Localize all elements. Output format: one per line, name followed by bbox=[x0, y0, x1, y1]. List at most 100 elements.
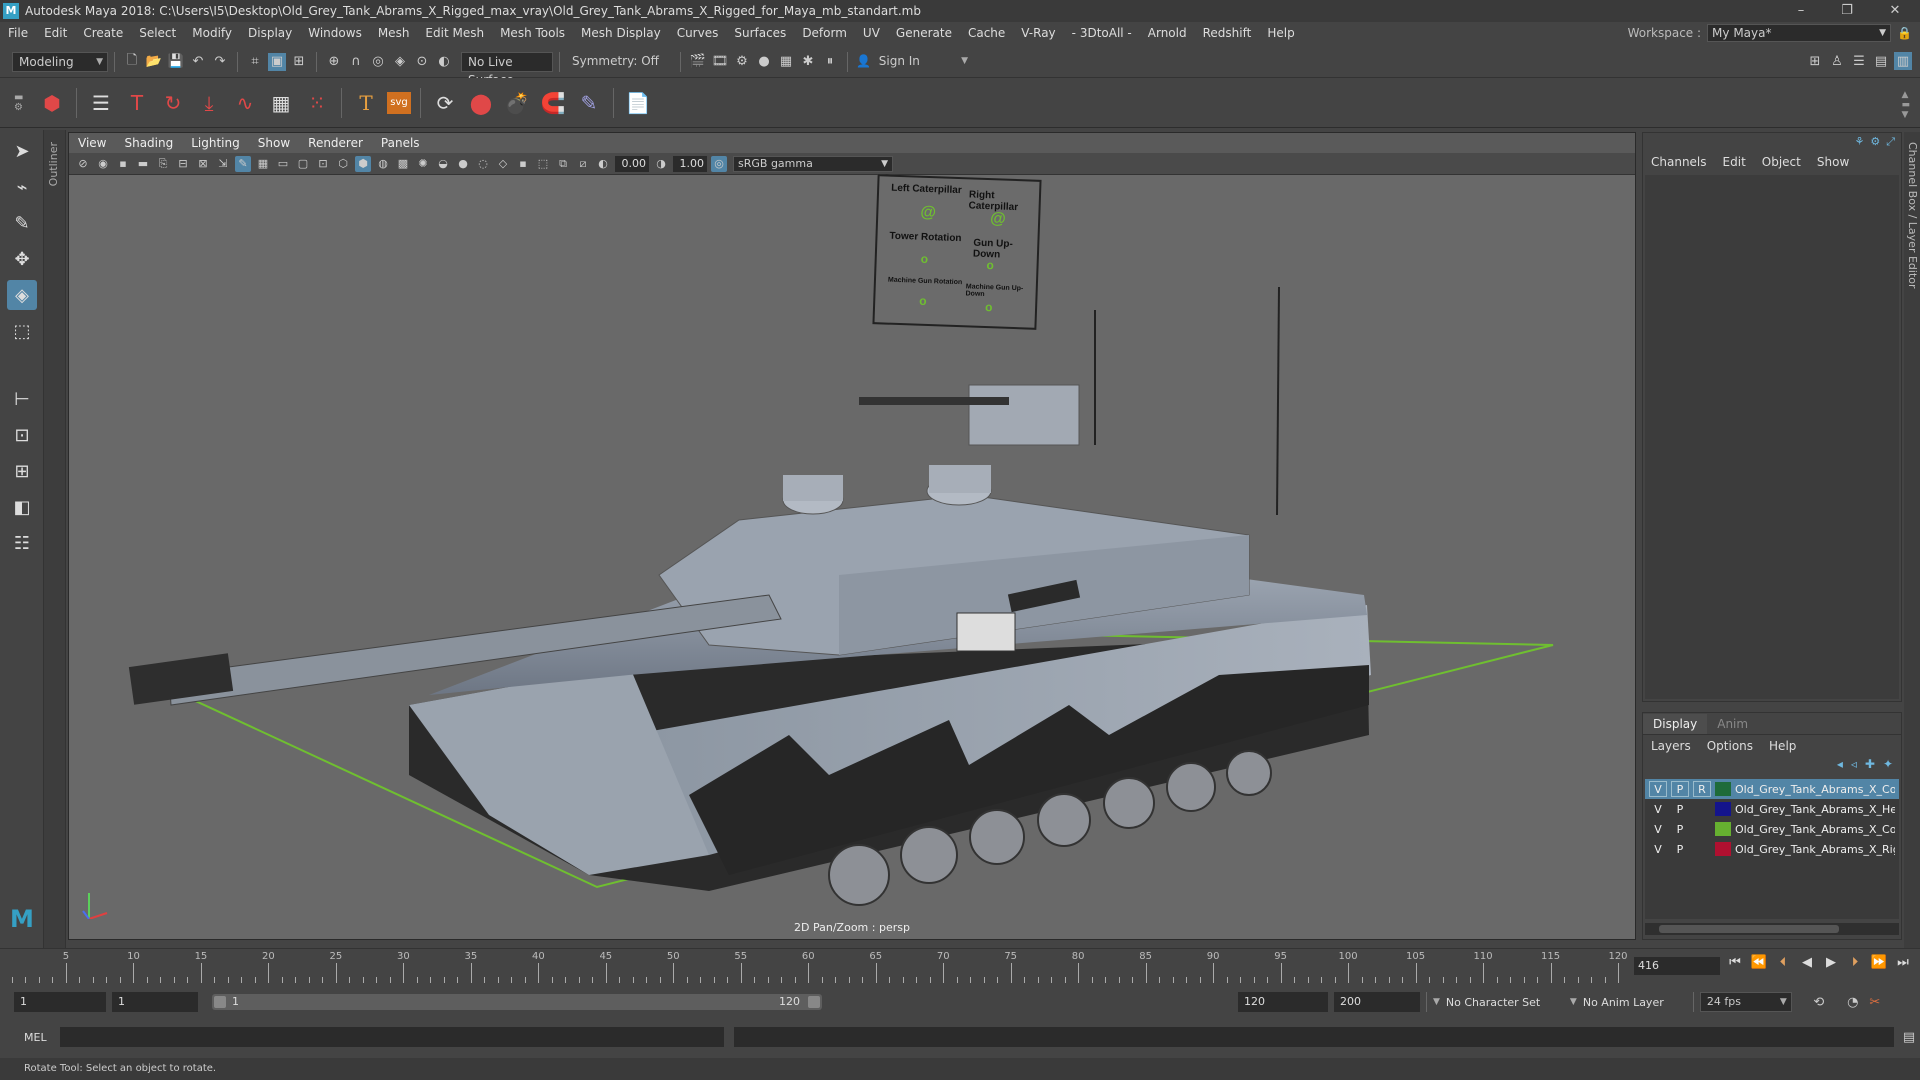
xray-joints-icon[interactable]: ⧄ bbox=[575, 156, 591, 172]
isolate-select-icon[interactable]: ⬚ bbox=[535, 156, 551, 172]
tab-anim[interactable]: Anim bbox=[1707, 714, 1758, 734]
menu-windows[interactable]: Windows bbox=[300, 26, 370, 40]
modeling-toolkit-icon[interactable]: ⊞ bbox=[1806, 52, 1824, 70]
resolution-gate-icon[interactable]: ⊠ bbox=[195, 156, 211, 172]
rotate-curve-icon[interactable]: ↻ bbox=[158, 88, 188, 118]
layer-color-swatch[interactable] bbox=[1715, 822, 1731, 836]
layer-display-type-toggle[interactable] bbox=[1693, 801, 1711, 817]
playback-start-field[interactable]: 1 bbox=[112, 992, 198, 1012]
menu-edit[interactable]: Edit bbox=[36, 26, 75, 40]
shelf-options-icon[interactable]: ▬ ⚙ bbox=[14, 92, 34, 113]
menu-generate[interactable]: Generate bbox=[888, 26, 960, 40]
magnet-icon[interactable]: 🧲 bbox=[538, 88, 568, 118]
render-current-frame-icon[interactable]: 🎬 bbox=[689, 53, 707, 71]
xray-icon[interactable]: ⧉ bbox=[555, 156, 571, 172]
default-material-icon[interactable]: ◍ bbox=[375, 156, 391, 172]
chevron-down-icon[interactable]: ▼ bbox=[1433, 997, 1440, 1007]
redo-icon[interactable]: ↷ bbox=[211, 53, 229, 71]
chevron-down-icon[interactable]: ▼ bbox=[1570, 997, 1577, 1007]
range-slider[interactable]: 1 120 bbox=[212, 994, 822, 1010]
textured-icon[interactable]: ▩ bbox=[395, 156, 411, 172]
snap-curve-icon[interactable]: ∩ bbox=[347, 53, 365, 71]
new-layer-icon[interactable]: ✚ bbox=[1865, 757, 1875, 771]
step-forward-key-icon[interactable]: ⏵ bbox=[1846, 955, 1864, 970]
lights-icon[interactable]: ✺ bbox=[415, 156, 431, 172]
layer-row[interactable]: V P Old_Grey_Tank_Abrams_X_Rigged bbox=[1645, 839, 1899, 859]
layer-color-swatch[interactable] bbox=[1715, 802, 1731, 816]
menu-help[interactable]: Help bbox=[1259, 26, 1302, 40]
gamma-field[interactable]: 1.00 bbox=[673, 155, 707, 172]
hypershade-icon[interactable]: ● bbox=[755, 53, 773, 71]
time-slider[interactable]: 5 10 15 20 25 30 35 40 45 50 55 60 65 70 75 80 85 90 95 100… bbox=[0, 948, 1920, 983]
snap-live-icon[interactable]: ⊙ bbox=[413, 53, 431, 71]
layer-playback-toggle[interactable]: P bbox=[1671, 801, 1689, 817]
close-button[interactable]: ✕ bbox=[1878, 0, 1912, 22]
channel-box-menu-channels[interactable]: Channels bbox=[1643, 155, 1715, 169]
tab-display[interactable]: Display bbox=[1643, 714, 1708, 734]
wireframe-icon[interactable]: ⬡ bbox=[335, 156, 351, 172]
maya-m-icon[interactable]: M bbox=[7, 904, 37, 934]
two-pane-layout-icon[interactable]: ◧ bbox=[7, 492, 37, 522]
range-end-handle[interactable] bbox=[808, 996, 820, 1008]
scale-tool-icon[interactable]: ⬚ bbox=[7, 316, 37, 346]
layer-visibility-toggle[interactable]: V bbox=[1649, 841, 1667, 857]
camera-icon[interactable]: ⎘ bbox=[155, 156, 171, 172]
menu-file[interactable]: File bbox=[0, 26, 36, 40]
menu-mesh-tools[interactable]: Mesh Tools bbox=[492, 26, 573, 40]
depth-of-field-icon[interactable]: ▪ bbox=[515, 156, 531, 172]
viewport-menu-renderer[interactable]: Renderer bbox=[299, 136, 372, 150]
text-tool-icon[interactable]: T bbox=[122, 88, 152, 118]
new-layer-selected-icon[interactable]: ✦ bbox=[1883, 757, 1893, 771]
menu-3dtoall[interactable]: - 3DtoAll - bbox=[1064, 26, 1140, 40]
command-input[interactable] bbox=[60, 1027, 724, 1047]
export-file-icon[interactable]: 📄 bbox=[623, 88, 653, 118]
layer-playback-toggle[interactable]: P bbox=[1671, 821, 1689, 837]
character-set-dropdown[interactable]: No Character Set bbox=[1446, 996, 1570, 1009]
smooth-shade-icon[interactable]: ⬢ bbox=[355, 155, 371, 172]
bomb-icon[interactable]: 💣 bbox=[502, 88, 532, 118]
channel-box-menu-show[interactable]: Show bbox=[1809, 155, 1857, 169]
viewport-menu-show[interactable]: Show bbox=[249, 136, 299, 150]
grease-pencil-icon[interactable]: ✎ bbox=[235, 155, 251, 172]
lasso-select-icon[interactable]: ⌁ bbox=[7, 172, 37, 202]
ambient-occlusion-icon[interactable]: ● bbox=[455, 156, 471, 172]
gun-updown-control[interactable]: o bbox=[986, 258, 994, 272]
menu-surfaces[interactable]: Surfaces bbox=[726, 26, 794, 40]
type-tool-icon[interactable]: T bbox=[351, 88, 381, 118]
layer-row[interactable]: V P Old_Grey_Tank_Abrams_X_Helpers bbox=[1645, 799, 1899, 819]
scrollbar-thumb[interactable] bbox=[1659, 925, 1839, 933]
select-hierarchy-icon[interactable]: ⌗ bbox=[246, 53, 264, 71]
svg-tool-icon[interactable]: svg bbox=[387, 91, 411, 114]
menu-modify[interactable]: Modify bbox=[184, 26, 240, 40]
lasso-icon[interactable]: ✎ bbox=[574, 88, 604, 118]
safe-action-icon[interactable]: ▭ bbox=[275, 156, 291, 172]
anti-aliasing-icon[interactable]: ◇ bbox=[495, 156, 511, 172]
menu-select[interactable]: Select bbox=[131, 26, 184, 40]
restore-button[interactable]: ❐ bbox=[1830, 0, 1864, 22]
render-view-icon[interactable]: ▦ bbox=[777, 53, 795, 71]
channel-box-icon[interactable]: ▥ bbox=[1894, 52, 1912, 70]
cube-logo-icon[interactable]: ⬢ bbox=[37, 88, 67, 118]
color-space-dropdown[interactable]: sRGB gamma ▼ bbox=[733, 155, 893, 172]
exposure-field[interactable]: 0.00 bbox=[615, 155, 649, 172]
channel-box-menu-edit[interactable]: Edit bbox=[1715, 155, 1754, 169]
machine-gun-updown-control[interactable]: o bbox=[985, 300, 993, 314]
camera-attributes-icon[interactable]: ⊘ bbox=[75, 156, 91, 172]
layer-row[interactable]: V P Old_Grey_Tank_Abrams_X_Controllers bbox=[1645, 819, 1899, 839]
shelf-scroll-icon[interactable]: ▲ ▬ ▼ bbox=[1901, 90, 1910, 120]
pause-icon[interactable]: ⏸ bbox=[821, 53, 839, 71]
animation-end-field[interactable]: 200 bbox=[1334, 992, 1420, 1012]
outliner-side-tab[interactable]: Outliner bbox=[44, 130, 66, 950]
menu-display[interactable]: Display bbox=[240, 26, 300, 40]
select-object-icon[interactable]: ▣ bbox=[268, 52, 286, 71]
make-live-icon[interactable]: ◐ bbox=[435, 53, 453, 71]
viewport-menu-shading[interactable]: Shading bbox=[115, 136, 182, 150]
move-tool-icon[interactable]: ✥ bbox=[7, 244, 37, 274]
loop-icon[interactable]: ⟳ bbox=[430, 88, 460, 118]
left-caterpillar-control[interactable]: @ bbox=[920, 204, 936, 223]
step-forward-frame-icon[interactable]: ⏩ bbox=[1870, 955, 1888, 970]
film-gate-icon[interactable]: ⊟ bbox=[175, 156, 191, 172]
layer-menu-options[interactable]: Options bbox=[1699, 739, 1761, 753]
command-language-toggle[interactable]: MEL bbox=[24, 1031, 58, 1044]
undo-icon[interactable]: ↶ bbox=[189, 53, 207, 71]
